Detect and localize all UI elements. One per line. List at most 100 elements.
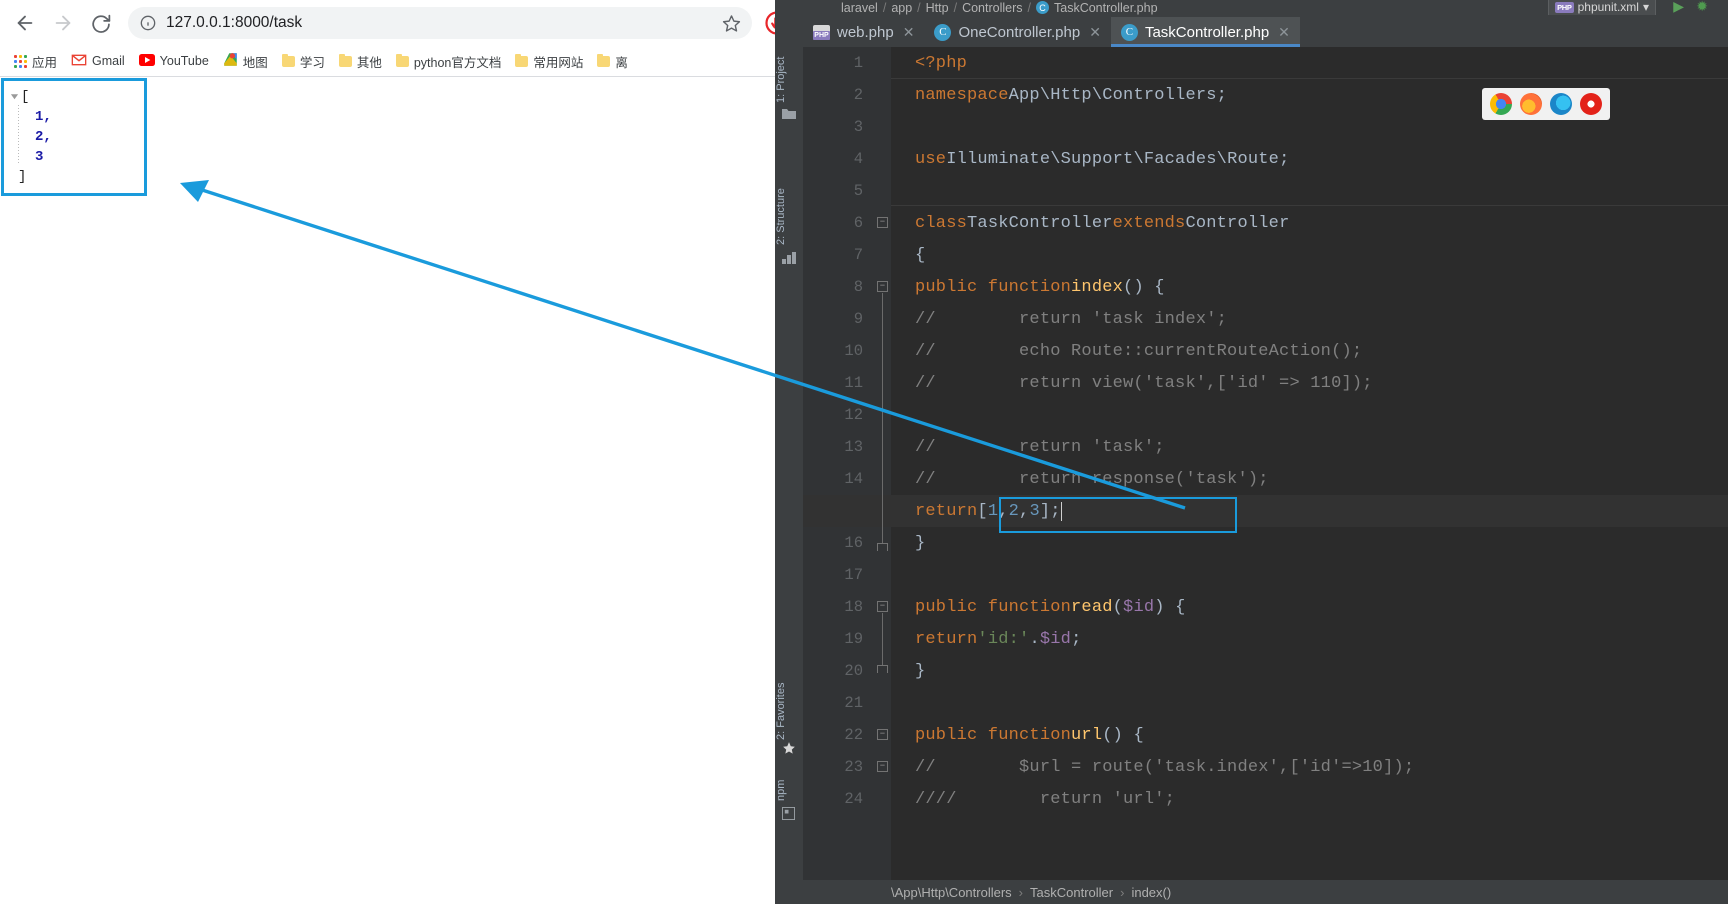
code-line[interactable]: } xyxy=(803,527,1728,559)
code-line[interactable]: <?php xyxy=(803,47,1728,79)
fold-toggle-url[interactable]: − xyxy=(877,729,888,740)
tab-web-php[interactable]: PHP web.php ✕ xyxy=(803,17,924,47)
sidebar-item-project[interactable]: 1: Project xyxy=(775,17,803,103)
fold-toggle-read[interactable]: − xyxy=(877,601,888,612)
status-segment[interactable]: index() xyxy=(1131,885,1171,900)
address-bar-text[interactable]: 127.0.0.1:8000/task xyxy=(158,14,720,32)
chrome-icon[interactable] xyxy=(1490,93,1512,115)
code-line[interactable]: //// return 'url'; xyxy=(803,783,1728,815)
json-open-bracket: [ xyxy=(21,89,30,105)
json-array-items: 1, 2, 3 xyxy=(18,105,144,167)
sidebar-item-favorites[interactable]: 2: Favorites xyxy=(775,630,803,740)
opera-icon[interactable] xyxy=(1580,93,1602,115)
code-line[interactable]: } xyxy=(803,655,1728,687)
code-line[interactable]: public function index() { xyxy=(803,271,1728,303)
code-line[interactable]: // echo Route::currentRouteAction(); xyxy=(803,335,1728,367)
close-icon[interactable]: ✕ xyxy=(1278,24,1290,41)
run-triangle-icon[interactable]: ▶ xyxy=(1673,0,1684,15)
code-line[interactable] xyxy=(803,399,1728,431)
code-line[interactable]: { xyxy=(803,239,1728,271)
breadcrumb-segment[interactable]: Controllers xyxy=(962,1,1022,15)
code-line[interactable]: // return view('task',['id' => 110]); xyxy=(803,367,1728,399)
back-button[interactable] xyxy=(8,6,42,40)
fold-toggle-url2[interactable]: − xyxy=(877,761,888,772)
bookmark-gmail[interactable]: Gmail xyxy=(65,51,131,72)
php-file-icon: PHP xyxy=(813,24,830,40)
sidebar-item-structure[interactable]: 2: Structure xyxy=(775,133,803,245)
favorites-star-icon[interactable] xyxy=(782,741,796,755)
code-line[interactable]: public function url() { xyxy=(803,719,1728,751)
bookmark-youtube[interactable]: YouTube xyxy=(133,51,215,72)
status-segment[interactable]: \App\Http\Controllers xyxy=(891,885,1012,900)
bookmark-apps[interactable]: 应用 xyxy=(8,49,63,74)
breadcrumb-segment[interactable]: Http xyxy=(926,1,949,15)
php-file-icon: PHP xyxy=(1555,1,1574,13)
status-separator: › xyxy=(1018,884,1024,900)
folder-icon xyxy=(281,53,295,67)
edge-icon[interactable] xyxy=(1550,93,1572,115)
ide-path-breadcrumb: laravel / app / Http / Controllers / C T… xyxy=(833,0,1728,15)
folder-icon xyxy=(597,53,611,67)
close-icon[interactable]: ✕ xyxy=(1089,24,1101,41)
php-class-icon: C xyxy=(1120,23,1138,41)
site-info-icon[interactable] xyxy=(138,13,158,33)
editor-tab-bar: PHP web.php ✕ C OneController.php ✕ C Ta… xyxy=(803,15,1728,47)
bookmark-label: 其他 xyxy=(356,55,382,70)
reload-button[interactable] xyxy=(84,6,118,40)
breadcrumb-segment[interactable]: laravel xyxy=(841,1,878,15)
json-viewer: [ 1, 2, 3 ] xyxy=(1,78,147,196)
chevron-down-icon: ▾ xyxy=(1642,0,1649,14)
forward-button[interactable] xyxy=(46,6,80,40)
fold-arm xyxy=(882,293,883,543)
breadcrumb-segment[interactable]: app xyxy=(891,1,912,15)
tool-window-rail: 1: Project 2: Structure 2: Favorites npm xyxy=(775,15,804,904)
bookmark-folder-python-docs[interactable]: python官方文档 xyxy=(390,49,508,74)
bookmarks-bar: 应用 Gmail YouTube 地图 学习 其他 python官方文档 常用网… xyxy=(0,46,800,77)
fold-toggle-index[interactable]: − xyxy=(877,281,888,292)
breadcrumb-separator: / xyxy=(1027,0,1031,15)
bookmark-folder-other[interactable]: 其他 xyxy=(333,49,388,74)
terminal-icon[interactable] xyxy=(782,807,796,821)
tab-taskcontroller-php[interactable]: C TaskController.php ✕ xyxy=(1110,17,1300,47)
code-line[interactable] xyxy=(803,559,1728,591)
code-line[interactable]: // return response('task'); xyxy=(803,463,1728,495)
json-item: 2, xyxy=(35,129,52,145)
google-maps-icon xyxy=(223,52,238,70)
firefox-icon[interactable] xyxy=(1520,93,1542,115)
code-line[interactable]: public function read($id) { xyxy=(803,591,1728,623)
code-editor[interactable]: 1 <?php 2 namespace App\Http\Controllers; 3 4… xyxy=(803,47,1728,880)
browser-window: 127.0.0.1:8000/task 应用 Gmail YouTube 地图 … xyxy=(0,0,800,904)
structure-blocks-icon[interactable] xyxy=(782,251,796,265)
code-line[interactable]: // return 'task'; xyxy=(803,431,1728,463)
code-line[interactable]: class TaskController extends Controller xyxy=(803,207,1728,239)
project-folder-icon[interactable] xyxy=(782,107,796,121)
bookmark-folder-study[interactable]: 学习 xyxy=(276,49,331,74)
code-line[interactable]: use Illuminate\Support\Facades\Route; xyxy=(803,143,1728,175)
code-line[interactable]: // $url = route('task.index',['id'=>10])… xyxy=(803,751,1728,783)
collapse-triangle-icon[interactable] xyxy=(8,87,21,105)
code-line[interactable] xyxy=(803,687,1728,719)
debug-bug-icon[interactable]: ✹ xyxy=(1696,0,1708,15)
bookmark-star-icon[interactable] xyxy=(720,12,742,34)
bookmark-maps[interactable]: 地图 xyxy=(217,49,274,74)
tab-label: TaskController.php xyxy=(1144,23,1270,41)
close-icon[interactable]: ✕ xyxy=(903,24,915,41)
breadcrumb-separator: / xyxy=(953,0,958,15)
code-line[interactable]: // return 'task index'; xyxy=(803,303,1728,335)
bookmark-folder-common-sites[interactable]: 常用网站 xyxy=(509,49,589,74)
bookmark-label: python官方文档 xyxy=(413,55,502,70)
tab-onecontroller-php[interactable]: C OneController.php ✕ xyxy=(924,17,1110,47)
omnibox[interactable]: 127.0.0.1:8000/task xyxy=(128,7,752,39)
code-line[interactable]: return [1, 2, 3]; xyxy=(803,495,1728,527)
breadcrumb-segment[interactable]: TaskController.php xyxy=(1054,1,1158,15)
json-root-row: [ xyxy=(8,87,144,107)
status-segment[interactable]: TaskController xyxy=(1030,885,1113,900)
sidebar-item-npm[interactable]: npm xyxy=(775,767,803,801)
fold-toggle-class[interactable]: − xyxy=(877,217,888,228)
youtube-icon xyxy=(138,53,155,69)
bookmark-folder-extra[interactable]: 离 xyxy=(591,49,634,74)
run-configuration-selector[interactable]: PHP phpunit.xml ▾ xyxy=(1548,0,1656,15)
code-separator xyxy=(891,78,1728,79)
code-line[interactable] xyxy=(803,175,1728,207)
code-line[interactable]: return 'id:' . $id; xyxy=(803,623,1728,655)
